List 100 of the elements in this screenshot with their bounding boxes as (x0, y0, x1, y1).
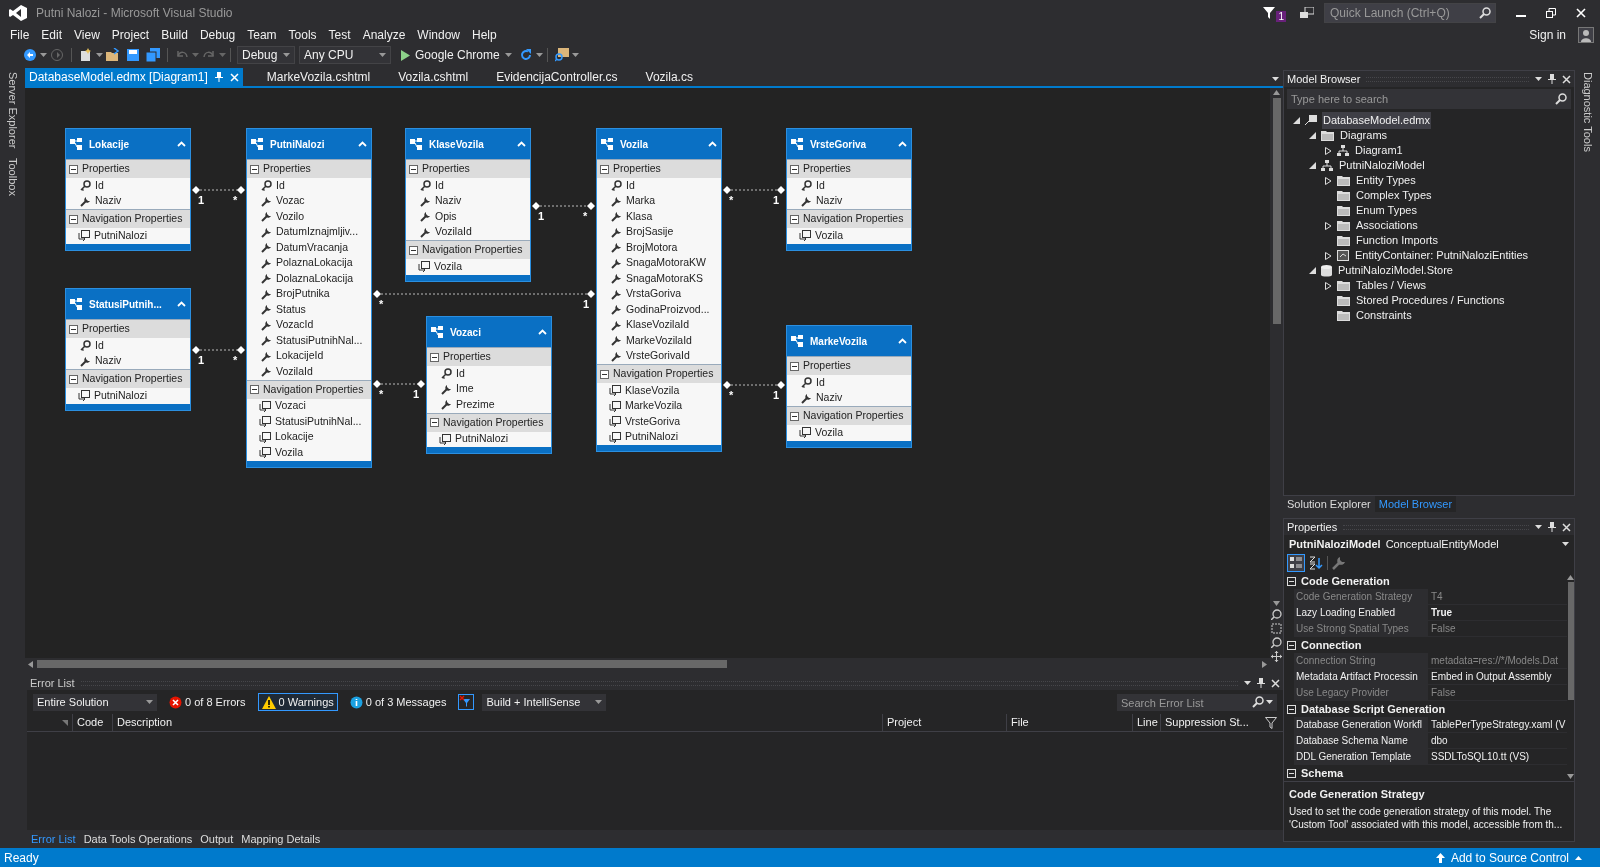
property-value[interactable]: True (1429, 605, 1568, 620)
panel-tab[interactable]: Solution Explorer (1283, 496, 1375, 512)
entity-property[interactable]: Id (95, 177, 104, 194)
entity-property[interactable]: Marka (626, 193, 656, 210)
sort-alphabetical-icon[interactable] (1309, 556, 1323, 570)
navigation-property[interactable]: Vozila (275, 444, 304, 461)
entity-box[interactable]: Vozaci Properties Id Ime Prezime Navigation Properties PutniNalozi (426, 316, 552, 454)
tree-item[interactable]: PutniNaloziModel (1338, 157, 1426, 174)
section-toggle-icon[interactable] (250, 164, 259, 174)
navigation-property[interactable]: KlaseVozila (625, 382, 680, 399)
scroll-up-icon[interactable] (1273, 90, 1280, 95)
property-value[interactable]: Embed in Output Assembly (1429, 669, 1568, 684)
entity-property[interactable]: Prezime (456, 396, 495, 413)
panel-tab[interactable]: Mapping Details (237, 830, 325, 848)
entity-box[interactable]: KlaseVozila Properties Id Naziv Opis VozilaId Navigation Properties Vozila (405, 128, 531, 282)
entity-box[interactable]: VrsteGoriva Properties Id Naziv Navigation Properties Vozila (786, 128, 912, 251)
association-line[interactable] (192, 346, 245, 354)
account-icon[interactable] (1578, 27, 1594, 43)
navigation-property[interactable]: StatusiPutnihNal... (275, 413, 362, 430)
expander-icon[interactable] (1292, 117, 1300, 124)
tree-item[interactable]: Diagram1 (1354, 142, 1404, 159)
section-toggle-icon[interactable] (409, 164, 418, 174)
category-toggle-icon[interactable] (1287, 640, 1296, 650)
entity-property[interactable]: Naziv (95, 193, 122, 210)
section-header[interactable]: Properties (406, 159, 530, 178)
source-control-button[interactable]: Add to Source Control (1435, 848, 1582, 867)
panel-tab[interactable]: Output (196, 830, 238, 848)
scroll-down-icon[interactable] (1273, 601, 1280, 606)
section-header[interactable]: Navigation Properties (787, 209, 911, 228)
property-value[interactable]: False (1429, 621, 1568, 636)
refresh-icon[interactable] (518, 48, 533, 62)
panel-tab[interactable]: Model Browser (1374, 496, 1457, 512)
platform-dropdown[interactable]: Any CPU (299, 46, 391, 64)
navigation-property[interactable]: MarkeVozila (625, 398, 683, 415)
collapse-icon[interactable] (517, 141, 526, 147)
category-toggle-icon[interactable] (1287, 704, 1296, 714)
scope-dropdown[interactable]: Entire Solution (33, 693, 157, 711)
entity-property[interactable]: DatumVracanja (276, 239, 348, 256)
tree-item[interactable]: DatabaseModel.edmx (1322, 112, 1431, 129)
entity-property[interactable]: Naziv (435, 193, 462, 210)
search-field[interactable]: Search Error List (1117, 694, 1277, 711)
entity-box[interactable]: Lokacije Properties Id Naziv Navigation Properties PutniNalozi (65, 128, 191, 251)
section-toggle-icon[interactable] (430, 352, 439, 362)
tree-item[interactable]: Tables / Views (1355, 277, 1428, 294)
entity-property[interactable]: Id (816, 177, 825, 194)
document-tab[interactable]: DatabaseModel.edmx [Diagram1] (25, 68, 243, 86)
property-value[interactable]: False (1429, 685, 1568, 700)
entity-property[interactable]: Id (626, 177, 635, 194)
entity-box[interactable]: StatusiPutnih... Properties Id Naziv Navigation Properties PutniNalozi (65, 288, 191, 411)
section-toggle-icon[interactable] (600, 164, 609, 174)
side-tab[interactable]: Server Explorer (4, 72, 21, 149)
menu-item[interactable]: Window (411, 26, 466, 44)
association-line[interactable] (723, 381, 785, 389)
entity-property[interactable]: Opis (435, 208, 457, 225)
scrollbar-thumb[interactable] (1272, 98, 1281, 324)
entity-box[interactable] (246, 128, 372, 468)
side-tab[interactable]: Diagnostic Tools (1579, 72, 1596, 152)
zoom-out-icon[interactable] (1271, 637, 1282, 648)
menu-item[interactable]: Project (105, 26, 156, 44)
wrench-icon[interactable] (1332, 556, 1346, 570)
tree-item[interactable]: EntityContainer: PutniNaloziEntities (1354, 247, 1530, 264)
section-header[interactable]: Navigation Properties (597, 364, 721, 383)
entity-property[interactable]: Id (456, 365, 465, 382)
close-icon[interactable] (1562, 522, 1571, 532)
back-icon[interactable] (23, 48, 37, 62)
quick-launch-field[interactable]: Quick Launch (Ctrl+Q) (1324, 3, 1496, 23)
entity-property[interactable]: BrojMotora (626, 239, 678, 256)
entity-property[interactable]: VrstaGoriva (626, 286, 682, 303)
scroll-right-icon[interactable] (1262, 660, 1267, 668)
section-header[interactable]: Properties (597, 159, 721, 178)
menu-item[interactable]: Debug (193, 26, 242, 44)
tree-item[interactable]: Associations (1355, 217, 1419, 234)
save-icon[interactable] (126, 48, 140, 62)
collapse-icon[interactable] (708, 141, 717, 147)
zoom-in-icon[interactable] (1271, 609, 1282, 620)
filter-toggle[interactable]: 0 of 8 Errors (165, 693, 250, 711)
new-project-icon[interactable] (79, 48, 93, 62)
association-line[interactable] (532, 202, 595, 210)
entity-property[interactable]: Id (276, 177, 285, 194)
pin-icon[interactable] (1548, 74, 1556, 84)
categorized-icon[interactable] (1287, 554, 1305, 572)
section-toggle-icon[interactable] (69, 214, 78, 224)
object-selector[interactable]: PutniNaloziModel ConceptualEntityModel (1284, 535, 1574, 553)
collapse-icon[interactable] (177, 141, 186, 147)
entity-property[interactable]: StatusiPutnihNal... (276, 332, 363, 349)
document-tab[interactable]: EvidencijaController.cs (492, 68, 622, 86)
section-header[interactable]: Properties (427, 347, 551, 366)
scroll-left-icon[interactable] (28, 660, 33, 668)
pan-icon[interactable] (1271, 651, 1282, 662)
restore-icon[interactable] (1546, 8, 1556, 18)
section-header[interactable]: Properties (787, 159, 911, 178)
feedback-icon[interactable] (1300, 6, 1314, 20)
collapse-icon[interactable] (358, 141, 367, 147)
menu-item[interactable]: View (68, 26, 106, 44)
entity-property[interactable]: DatumIznajmljiv... (276, 224, 359, 241)
menu-item[interactable]: Build (155, 26, 194, 44)
column-header[interactable]: Suppression St... (1160, 713, 1253, 732)
tree-item[interactable]: Complex Types (1355, 187, 1433, 204)
section-header[interactable]: Properties (66, 319, 190, 338)
menu-item[interactable]: File (4, 26, 36, 44)
